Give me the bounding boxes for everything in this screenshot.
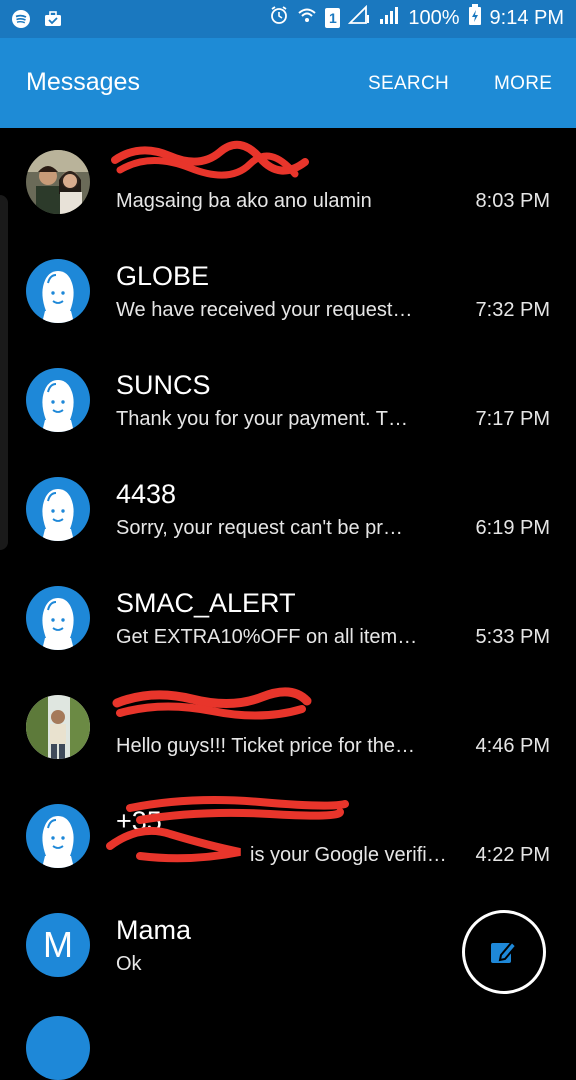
list-item[interactable]: 4438 Sorry, your request can't be pr… 6:… [0,455,576,564]
more-button[interactable]: MORE [494,73,552,95]
contact-name: SMAC_ALERT [116,588,296,618]
search-button[interactable]: SEARCH [368,73,449,95]
briefcase-icon [42,8,64,30]
redaction-scribble [111,140,309,179]
message-time: 5:33 PM [475,626,550,648]
message-time: 7:32 PM [475,299,550,321]
contact-photo-avatar [26,150,90,214]
message-preview: We have received your request… [116,299,413,321]
default-contact-avatar [26,368,90,432]
page-title: Messages [26,68,140,96]
status-time: 9:14 PM [489,6,564,29]
person-face-icon [42,380,74,432]
contact-name: SUNCS [116,370,211,400]
list-item[interactable]: SUNCS Thank you for your payment. T… 7:1… [0,346,576,455]
message-preview: Magsaing ba ako ano ulamin [116,190,372,212]
compose-button[interactable] [462,910,546,994]
contact-name: Mama [116,915,192,945]
message-time: 6:19 PM [475,517,550,539]
message-preview: is your Google verific… [250,844,456,866]
wifi-icon [297,5,317,31]
message-preview: Sorry, your request can't be pr… [116,517,403,539]
letter-avatar: M [26,913,90,977]
alarm-icon [269,5,289,31]
message-time: 8:03 PM [475,190,550,212]
contact-name: GLOBE [116,261,210,291]
message-preview: Hello guys!!! Ticket price for the… [116,735,416,757]
redaction-scribble [112,687,312,720]
sim-icon: 1 [325,8,341,28]
compose-icon [491,940,518,963]
person-face-icon [42,489,74,541]
app-bar: Messages SEARCH MORE [0,38,576,128]
list-item[interactable]: GLOBE We have received your request… 7:3… [0,237,576,346]
signal-icon [348,4,370,31]
message-preview: Thank you for your payment. T… [116,408,408,430]
contact-name: +35 [116,806,162,836]
message-preview: Ok [116,953,142,975]
person-face-icon [42,598,74,650]
battery-text: 100% [408,6,460,29]
default-contact-avatar [26,804,90,868]
message-preview: Get EXTRA10%OFF on all item… [116,626,418,648]
signal-bars-icon [378,5,400,31]
default-contact-avatar [26,259,90,323]
conversation-list: Magsaing ba ako ano ulamin 8:03 PM GLOBE… [0,128,576,1080]
status-bar: 1 100% 9:14 PM [0,0,576,38]
battery-charging-icon [468,4,482,32]
person-face-icon [42,816,74,868]
spotify-icon [10,8,32,30]
list-item[interactable]: Magsaing ba ako ano ulamin 8:03 PM [0,128,576,237]
list-item[interactable]: Hello guys!!! Ticket price for the… 4:46… [0,673,576,782]
list-item[interactable]: SMAC_ALERT Get EXTRA10%OFF on all item… … [0,564,576,673]
message-time: 4:46 PM [475,735,550,757]
default-contact-avatar [26,1016,90,1080]
message-time: 7:17 PM [475,408,550,430]
contact-photo-avatar [26,695,90,759]
default-contact-avatar [26,477,90,541]
message-time: 4:22 PM [475,844,550,866]
list-item[interactable]: +35 is your Google verific… 4:22 PM [0,782,576,891]
contact-name: 4438 [116,479,177,509]
default-contact-avatar [26,586,90,650]
person-face-icon [42,271,74,323]
